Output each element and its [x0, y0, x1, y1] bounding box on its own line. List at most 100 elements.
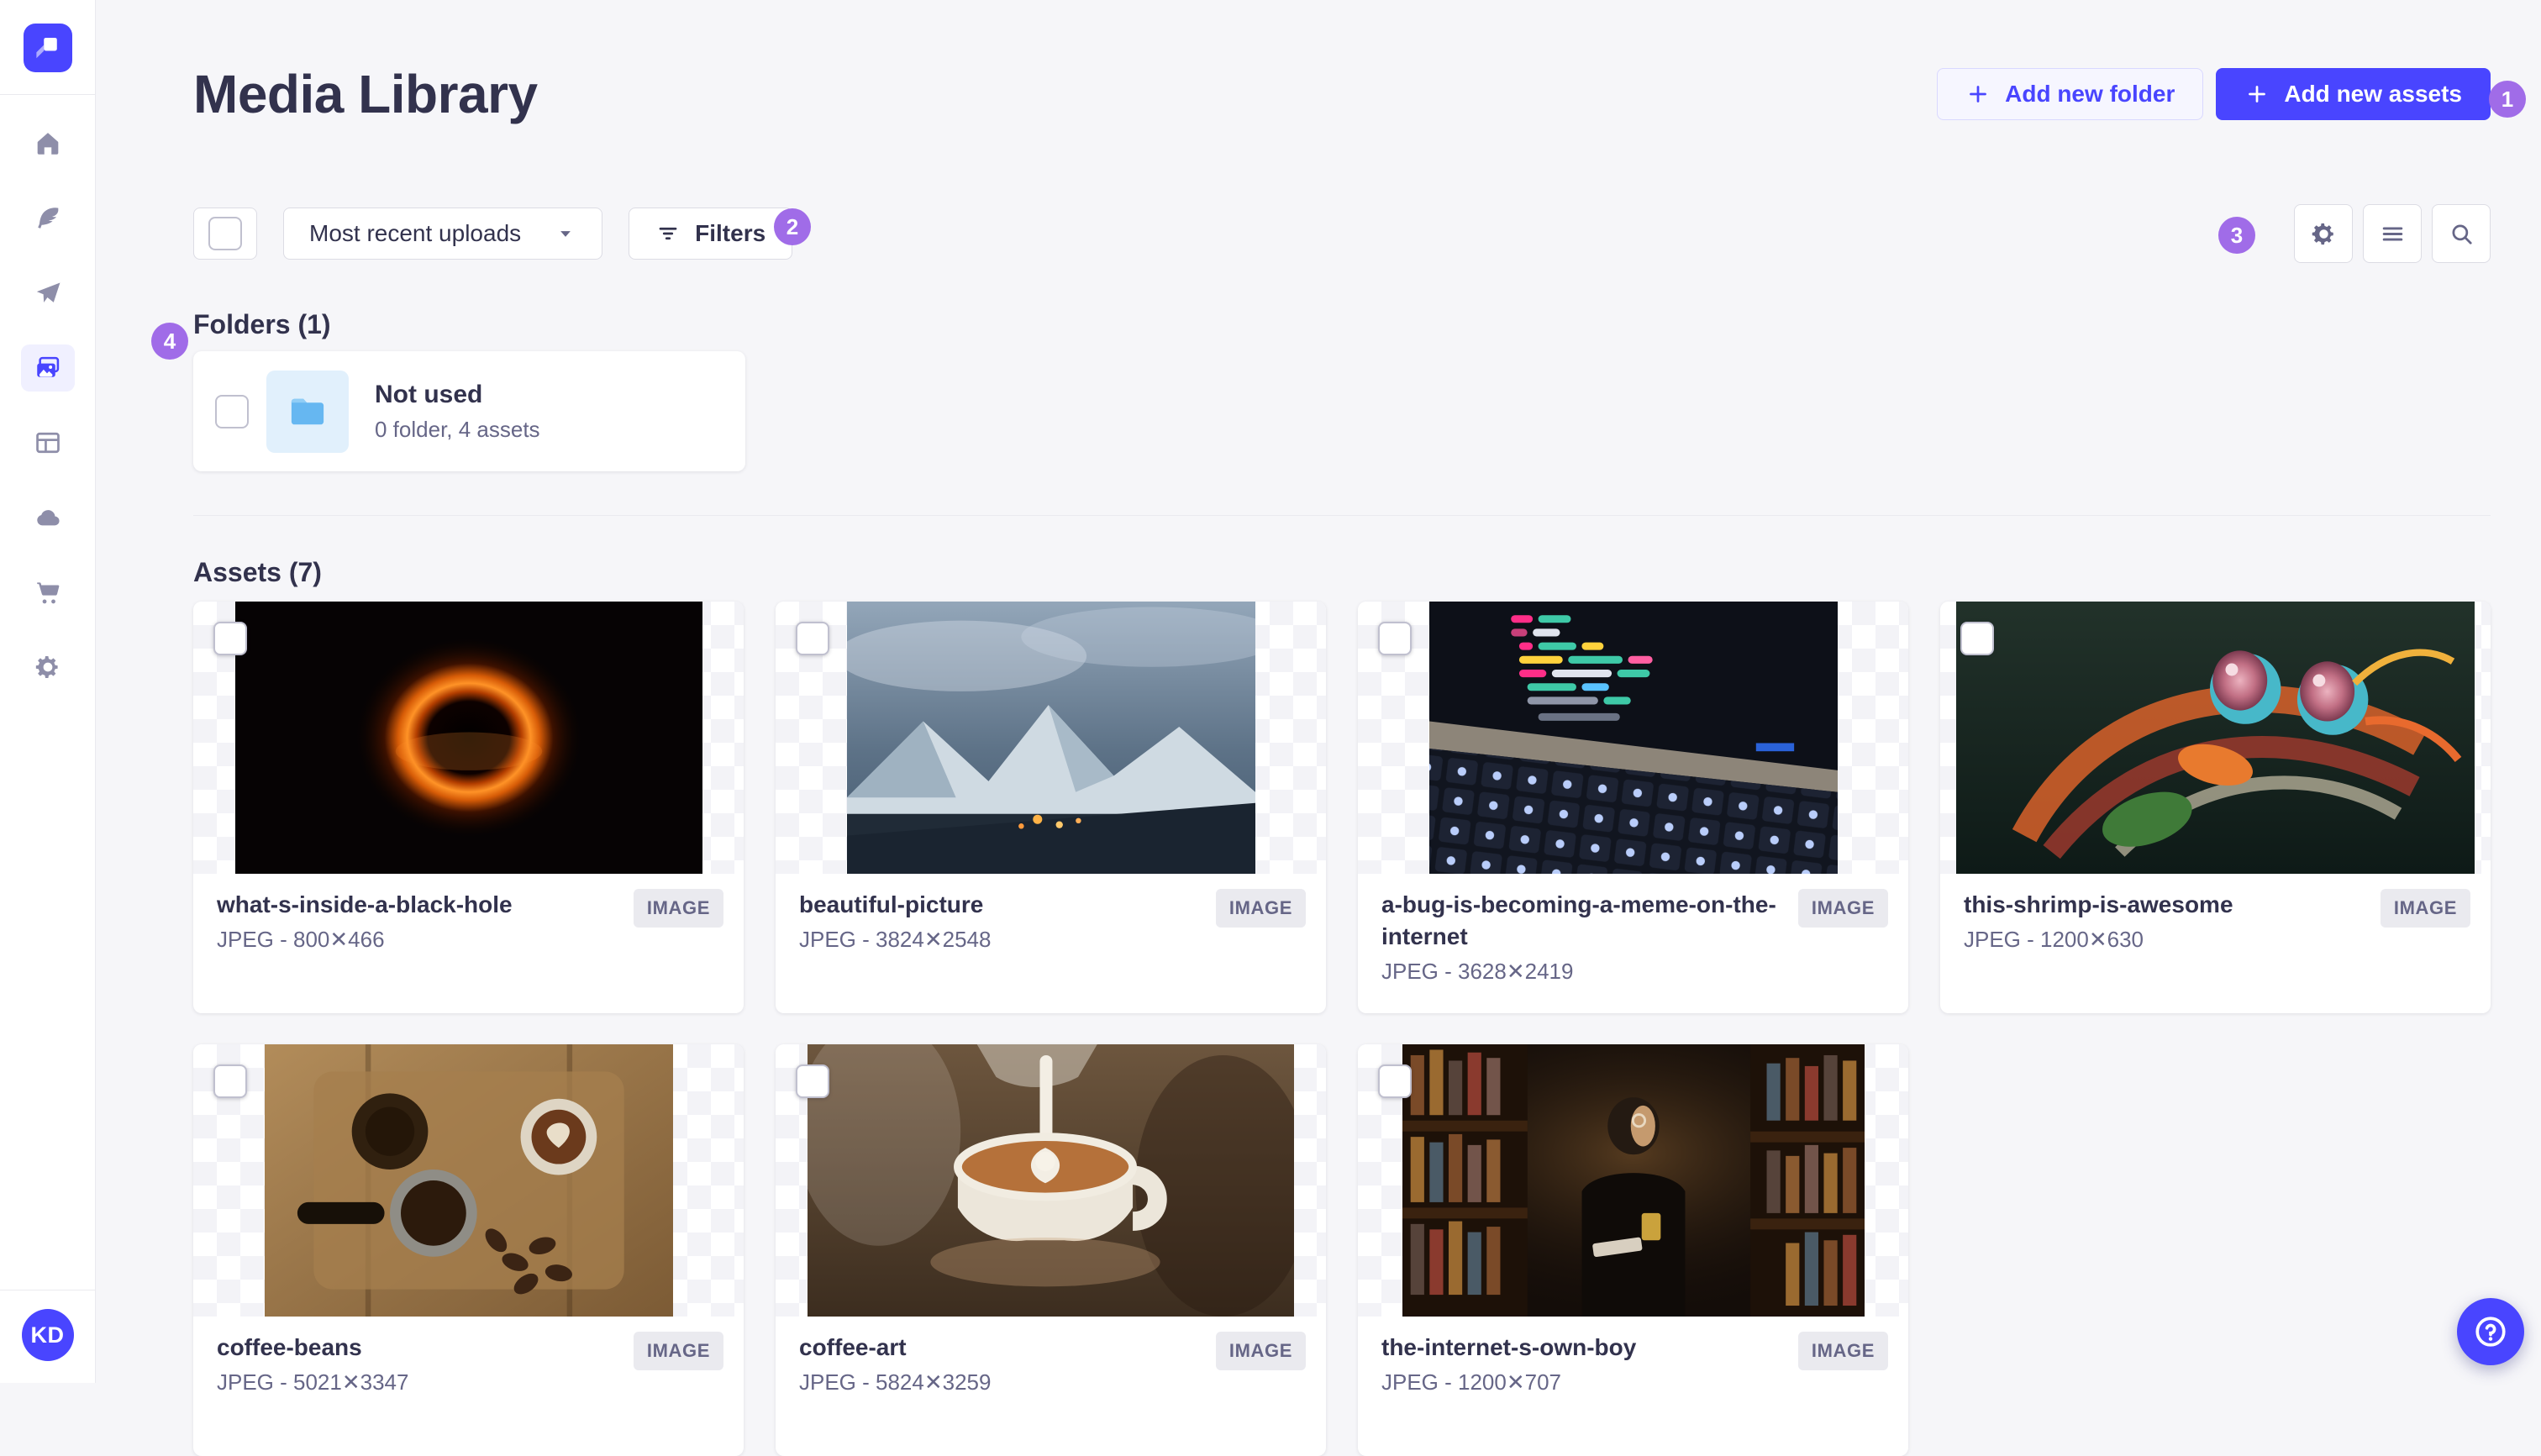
- list-view-button[interactable]: [2363, 204, 2422, 263]
- asset-name: beautiful-picture: [799, 891, 984, 917]
- asset-meta: JPEG - 3628✕2419: [1381, 959, 1574, 984]
- select-all-checkbox-wrap[interactable]: [193, 208, 257, 260]
- sort-dropdown[interactable]: Most recent uploads: [283, 208, 603, 260]
- add-new-folder-button[interactable]: Add new folder: [1937, 68, 2204, 120]
- asset-thumbnail: [776, 1044, 1326, 1317]
- sidebar-item-home[interactable]: [21, 120, 75, 167]
- folder-icon: [285, 389, 330, 434]
- asset-card[interactable]: coffee-art JPEG - 5824✕3259 IMAGE: [776, 1044, 1326, 1456]
- asset-image: [234, 602, 702, 874]
- search-icon: [2448, 220, 2475, 248]
- configure-view-button[interactable]: [2294, 204, 2353, 263]
- asset-name: the-internet-s-own-boy: [1381, 1334, 1637, 1360]
- asset-card[interactable]: coffee-beans JPEG - 5021✕3347 IMAGE: [193, 1044, 744, 1456]
- asset-name: a-bug-is-becoming-a-meme-on-the-internet: [1381, 891, 1776, 949]
- asset-image: [1402, 1044, 1865, 1317]
- asset-checkbox[interactable]: [213, 622, 247, 655]
- assets-grid: what-s-inside-a-black-hole JPEG - 800✕466…: [193, 602, 2491, 1456]
- list-icon: [2379, 220, 2407, 248]
- asset-thumbnail: [193, 1044, 744, 1317]
- folder-card[interactable]: Not used 0 folder, 4 assets: [193, 351, 745, 471]
- asset-meta: JPEG - 1200✕630: [1964, 927, 2144, 952]
- quill-icon: [34, 204, 62, 233]
- asset-meta: JPEG - 5021✕3347: [217, 1369, 409, 1395]
- asset-meta: JPEG - 3824✕2548: [799, 927, 992, 952]
- select-all-checkbox[interactable]: [208, 217, 242, 250]
- asset-name: coffee-beans: [217, 1334, 362, 1360]
- folder-checkbox[interactable]: [215, 394, 249, 428]
- asset-checkbox[interactable]: [213, 1064, 247, 1098]
- layout-icon: [34, 428, 62, 457]
- asset-thumbnail: [1940, 602, 2491, 874]
- asset-card[interactable]: this-shrimp-is-awesome JPEG - 1200✕630 IMA…: [1940, 602, 2491, 1013]
- asset-checkbox[interactable]: [796, 622, 829, 655]
- filters-button[interactable]: Filters: [629, 208, 793, 260]
- sidebar: KD: [0, 0, 96, 1383]
- sidebar-item-quill[interactable]: [21, 195, 75, 242]
- asset-card[interactable]: what-s-inside-a-black-hole JPEG - 800✕466…: [193, 602, 744, 1013]
- asset-type-badge: IMAGE: [1215, 889, 1306, 928]
- add-new-assets-button[interactable]: Add new assets: [2216, 68, 2491, 120]
- folder-tile: [266, 370, 349, 453]
- asset-card[interactable]: the-internet-s-own-boy JPEG - 1200✕707 IMA…: [1358, 1044, 1908, 1456]
- cart-icon: [34, 578, 62, 607]
- annotation-badge-1: 1: [2489, 81, 2526, 118]
- home-icon: [34, 129, 62, 158]
- cloud-icon: [34, 503, 62, 532]
- sidebar-item-settings[interactable]: [21, 644, 75, 691]
- asset-card[interactable]: beautiful-picture JPEG - 3824✕2548 IMAGE: [776, 602, 1326, 1013]
- sidebar-nav: [0, 120, 95, 691]
- asset-checkbox[interactable]: [796, 1064, 829, 1098]
- app-logo[interactable]: [23, 24, 72, 72]
- chevron-down-icon: [555, 223, 576, 244]
- settings-icon: [34, 653, 62, 681]
- asset-thumbnail: [1358, 1044, 1908, 1317]
- asset-checkbox[interactable]: [1378, 1064, 1412, 1098]
- sidebar-divider: [0, 94, 95, 95]
- asset-card[interactable]: a-bug-is-becoming-a-meme-on-the-internet…: [1358, 602, 1908, 1013]
- asset-image: [808, 1044, 1294, 1317]
- annotation-badge-3: 3: [2218, 217, 2255, 254]
- plus-icon: [2244, 81, 2270, 107]
- sidebar-item-layout[interactable]: [21, 419, 75, 466]
- asset-type-badge: IMAGE: [633, 1332, 723, 1370]
- filters-label: Filters: [695, 220, 766, 246]
- asset-image: [264, 1044, 673, 1317]
- help-button[interactable]: [2457, 1298, 2524, 1365]
- add-new-assets-label: Add new assets: [2284, 81, 2462, 107]
- sidebar-item-cloud[interactable]: [21, 494, 75, 541]
- main-content: Media Library Add new folder Add new ass…: [96, 0, 2541, 1456]
- asset-thumbnail: [193, 602, 744, 874]
- sort-dropdown-value: Most recent uploads: [309, 220, 522, 246]
- asset-image: [846, 602, 1255, 874]
- folders-heading: Folders (1): [193, 309, 331, 339]
- add-new-folder-label: Add new folder: [2005, 81, 2175, 107]
- asset-name: coffee-art: [799, 1334, 907, 1360]
- sidebar-item-media-library[interactable]: [20, 344, 75, 392]
- asset-checkbox[interactable]: [1960, 622, 1994, 655]
- asset-type-badge: IMAGE: [1797, 1332, 1888, 1370]
- asset-checkbox[interactable]: [1378, 622, 1412, 655]
- asset-meta: JPEG - 800✕466: [217, 927, 385, 952]
- question-icon: [2472, 1313, 2509, 1350]
- filter-icon: [655, 221, 681, 246]
- sidebar-item-cart[interactable]: [21, 569, 75, 616]
- asset-thumbnail: [776, 602, 1326, 874]
- user-avatar[interactable]: KD: [21, 1309, 74, 1361]
- plus-icon: [1965, 81, 1991, 107]
- asset-type-badge: IMAGE: [1797, 889, 1888, 928]
- assets-heading: Assets (7): [193, 557, 322, 587]
- paper-plane-icon: [34, 279, 62, 307]
- app-logo-icon: [32, 32, 64, 64]
- folder-name: Not used: [375, 380, 483, 408]
- page-title: Media Library: [193, 64, 538, 124]
- search-button[interactable]: [2432, 204, 2491, 263]
- asset-type-badge: IMAGE: [2380, 889, 2470, 928]
- asset-thumbnail: [1358, 602, 1908, 874]
- asset-image: [1428, 602, 1838, 874]
- sidebar-item-paper-plane[interactable]: [21, 270, 75, 317]
- folder-meta: 0 folder, 4 assets: [375, 416, 540, 442]
- asset-type-badge: IMAGE: [633, 889, 723, 928]
- annotation-badge-2: 2: [774, 208, 811, 245]
- asset-name: this-shrimp-is-awesome: [1964, 891, 2233, 917]
